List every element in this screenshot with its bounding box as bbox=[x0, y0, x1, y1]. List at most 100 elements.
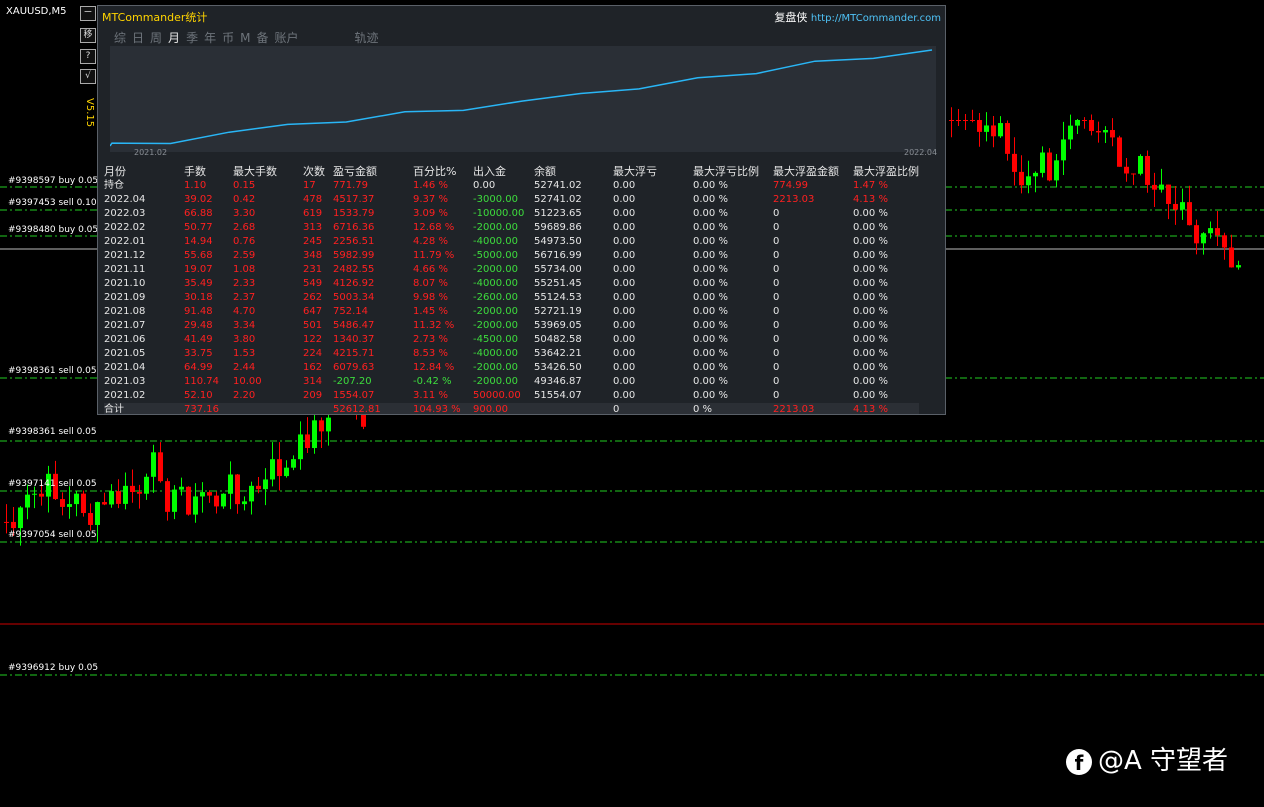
table-cell: 0.00 % bbox=[853, 278, 888, 289]
table-cell: 0.00 % bbox=[693, 180, 728, 191]
column-header: 出入金 bbox=[473, 164, 506, 178]
order-level-label[interactable]: #9398597 buy 0.05 bbox=[8, 176, 98, 186]
candle-body bbox=[1117, 137, 1122, 167]
table-cell: 52721.19 bbox=[534, 306, 582, 317]
table-cell: 52741.02 bbox=[534, 180, 582, 191]
candle-body bbox=[1103, 130, 1108, 133]
table-cell: 4215.71 bbox=[333, 348, 375, 359]
candle-body bbox=[123, 485, 128, 504]
table-cell: 5982.99 bbox=[333, 250, 375, 261]
candle-body bbox=[1089, 120, 1094, 132]
table-cell: 0.00 % bbox=[853, 348, 888, 359]
table-cell: 0.00 % bbox=[693, 376, 728, 387]
table-cell: 0.00 bbox=[613, 222, 636, 233]
table-cell: 2021.11 bbox=[104, 264, 146, 275]
order-level-label[interactable]: #9397453 sell 0.10 bbox=[8, 198, 97, 208]
candle-body bbox=[130, 485, 135, 492]
tab-9[interactable]: 账户 bbox=[274, 29, 298, 46]
total-cell: 737.16 bbox=[184, 403, 233, 414]
table-cell: 2022.03 bbox=[104, 208, 146, 219]
candle-body bbox=[67, 504, 72, 507]
confirm-button[interactable]: √ bbox=[80, 69, 96, 84]
table-cell: -3000.00 bbox=[473, 194, 518, 205]
candle-body bbox=[998, 123, 1003, 137]
tab-1[interactable]: 日 bbox=[132, 29, 144, 46]
table-cell: 209 bbox=[303, 390, 323, 401]
table-cell: 231 bbox=[303, 264, 323, 275]
table-cell: 1.45 % bbox=[413, 306, 448, 317]
table-cell: 14.94 bbox=[184, 236, 213, 247]
table-cell: 2.68 bbox=[233, 222, 256, 233]
tab-6[interactable]: 币 bbox=[222, 29, 234, 46]
tab-3[interactable]: 月 bbox=[168, 29, 180, 46]
table-cell: 0.00 bbox=[473, 180, 496, 191]
candle-body bbox=[1208, 228, 1213, 234]
order-level-label[interactable]: #9398361 sell 0.05 bbox=[8, 366, 97, 376]
tab-5[interactable]: 年 bbox=[204, 29, 216, 46]
candle-body bbox=[956, 120, 961, 121]
tab-7[interactable]: M bbox=[240, 31, 250, 45]
order-level-label[interactable]: #9397141 sell 0.05 bbox=[8, 479, 97, 489]
table-cell: 122 bbox=[303, 334, 323, 345]
table-cell: 0.00 bbox=[613, 320, 636, 331]
table-row: 2021.07 29.48 3.34 501 5486.47 11.32 % -2000.0… bbox=[104, 319, 919, 333]
candle-body bbox=[102, 502, 107, 505]
tab-10[interactable]: 轨迹 bbox=[355, 29, 379, 46]
table-cell: 5003.34 bbox=[333, 292, 375, 303]
table-cell: 0.00 bbox=[613, 376, 636, 387]
table-cell: 17 bbox=[303, 180, 316, 191]
total-cell: 0 % bbox=[693, 403, 773, 414]
candle-body bbox=[319, 420, 324, 432]
candle-body bbox=[158, 452, 163, 482]
table-row: 2022.03 66.88 3.30 619 1533.79 3.09 % -10000.0… bbox=[104, 207, 919, 221]
tab-8[interactable]: 备 bbox=[256, 29, 268, 46]
table-cell: 0.00 % bbox=[693, 278, 728, 289]
table-cell: -2000.00 bbox=[473, 264, 518, 275]
table-cell: 2021.09 bbox=[104, 292, 146, 303]
table-cell: 2482.55 bbox=[333, 264, 375, 275]
order-level-label[interactable]: #9397054 sell 0.05 bbox=[8, 530, 97, 540]
order-level-label[interactable]: #9398361 sell 0.05 bbox=[8, 427, 97, 437]
move-button[interactable]: 移 bbox=[80, 28, 96, 43]
brand-url[interactable]: http://MTCommander.com bbox=[811, 13, 941, 24]
table-cell: -2000.00 bbox=[473, 320, 518, 331]
table-cell: 0 bbox=[773, 264, 780, 275]
candle-body bbox=[144, 476, 149, 494]
tab-4[interactable]: 季 bbox=[186, 29, 198, 46]
table-cell: 55.68 bbox=[184, 250, 213, 261]
table-cell: 771.79 bbox=[333, 180, 368, 191]
table-row: 2021.09 30.18 2.37 262 5003.34 9.98 % -2600.00… bbox=[104, 291, 919, 305]
table-cell: 0.00 % bbox=[693, 264, 728, 275]
order-level-label[interactable]: #9396912 buy 0.05 bbox=[8, 663, 98, 673]
candle-body bbox=[228, 474, 233, 494]
candle-body bbox=[18, 507, 23, 529]
equity-curve bbox=[109, 46, 936, 152]
tab-2[interactable]: 周 bbox=[150, 29, 162, 46]
help-button[interactable]: ? bbox=[80, 49, 96, 64]
candle-body bbox=[298, 434, 303, 460]
candle-body bbox=[1194, 225, 1199, 244]
tab-0[interactable]: 综 bbox=[114, 29, 126, 46]
candle-body bbox=[277, 459, 282, 477]
table-cell: 2021.10 bbox=[104, 278, 146, 289]
table-cell: 2021.07 bbox=[104, 320, 146, 331]
table-row: 2021.08 91.48 4.70 647 752.14 1.45 % -2000.00 5… bbox=[104, 305, 919, 319]
candle-body bbox=[1173, 203, 1178, 210]
table-row: 2021.06 41.49 3.80 122 1340.37 2.73 % -4500.00… bbox=[104, 333, 919, 347]
table-cell: 0.00 % bbox=[853, 334, 888, 345]
candle-body bbox=[172, 489, 177, 512]
minimize-button[interactable]: ㄧ bbox=[80, 6, 96, 21]
brand-link[interactable]: 复盘侠 http://MTCommander.com bbox=[774, 9, 941, 25]
stats-table: 月份 手数 最大手数 次数 盈亏金额 百分比% 出入金 余额 最大浮亏 最大浮亏比例 最大浮盈金额最… bbox=[104, 164, 919, 414]
table-cell: 0.00 % bbox=[853, 306, 888, 317]
table-cell: 0 bbox=[773, 334, 780, 345]
candle-body bbox=[1236, 265, 1241, 268]
candle-body bbox=[1054, 160, 1059, 181]
order-level-label[interactable]: #9398480 buy 0.05 bbox=[8, 225, 98, 235]
table-cell: 2022.02 bbox=[104, 222, 146, 233]
curve-start-label: 2021.02 bbox=[134, 148, 168, 157]
candle-body bbox=[39, 493, 44, 497]
candle-body bbox=[305, 434, 310, 449]
table-cell: 752.14 bbox=[333, 306, 368, 317]
candle-body bbox=[1068, 125, 1073, 140]
